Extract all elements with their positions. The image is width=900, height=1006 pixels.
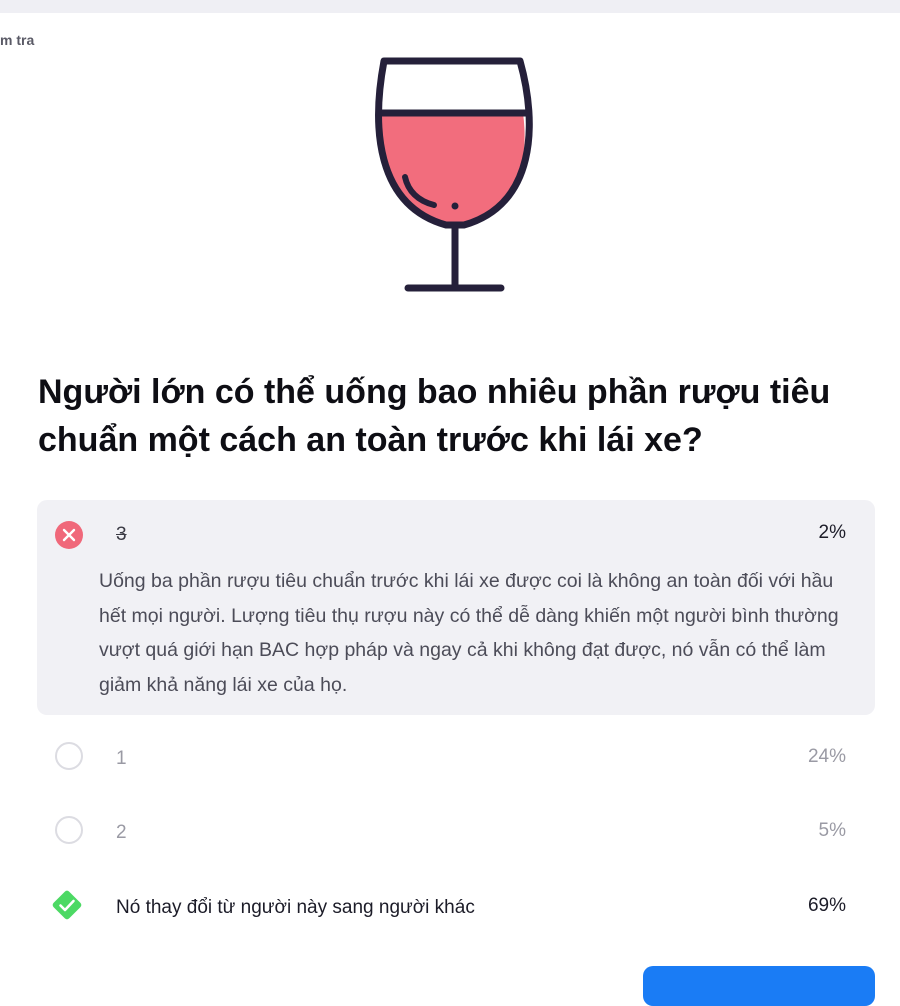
answer-option-correct[interactable]: Nó thay đổi từ người này sang người khác… xyxy=(52,890,846,921)
answer-options: 3 2% Uống ba phần rượu tiêu chuẩn trước … xyxy=(37,500,875,920)
wine-glass-icon xyxy=(370,55,540,300)
answer-row: 3 2% xyxy=(55,518,846,549)
question-title: Người lớn có thể uống bao nhiêu phần rượ… xyxy=(38,373,831,459)
answer-percent: 69% xyxy=(807,895,846,916)
answer-label: 2 xyxy=(116,822,127,843)
answer-option[interactable]: 1 24% xyxy=(55,742,846,772)
answer-explanation: Uống ba phần rượu tiêu chuẩn trước khi l… xyxy=(99,570,839,696)
answer-percent: 2% xyxy=(818,522,846,543)
correct-check-icon xyxy=(49,887,85,923)
breadcrumb-fragment: m tra xyxy=(0,32,35,48)
answer-label: Nó thay đổi từ người này sang người khác xyxy=(116,897,475,918)
answer-option-selected[interactable]: 3 2% Uống ba phần rượu tiêu chuẩn trước … xyxy=(37,500,875,715)
radio-icon[interactable] xyxy=(55,742,83,770)
top-strip xyxy=(0,0,900,13)
answer-label: 3 xyxy=(116,524,127,545)
radio-icon[interactable] xyxy=(55,816,83,844)
answer-percent: 5% xyxy=(818,820,846,841)
answer-option[interactable]: 2 5% xyxy=(55,816,846,846)
wrong-x-icon xyxy=(55,521,83,549)
continue-button[interactable] xyxy=(643,966,875,1006)
answer-percent: 24% xyxy=(807,746,846,767)
answer-label: 1 xyxy=(116,748,127,769)
